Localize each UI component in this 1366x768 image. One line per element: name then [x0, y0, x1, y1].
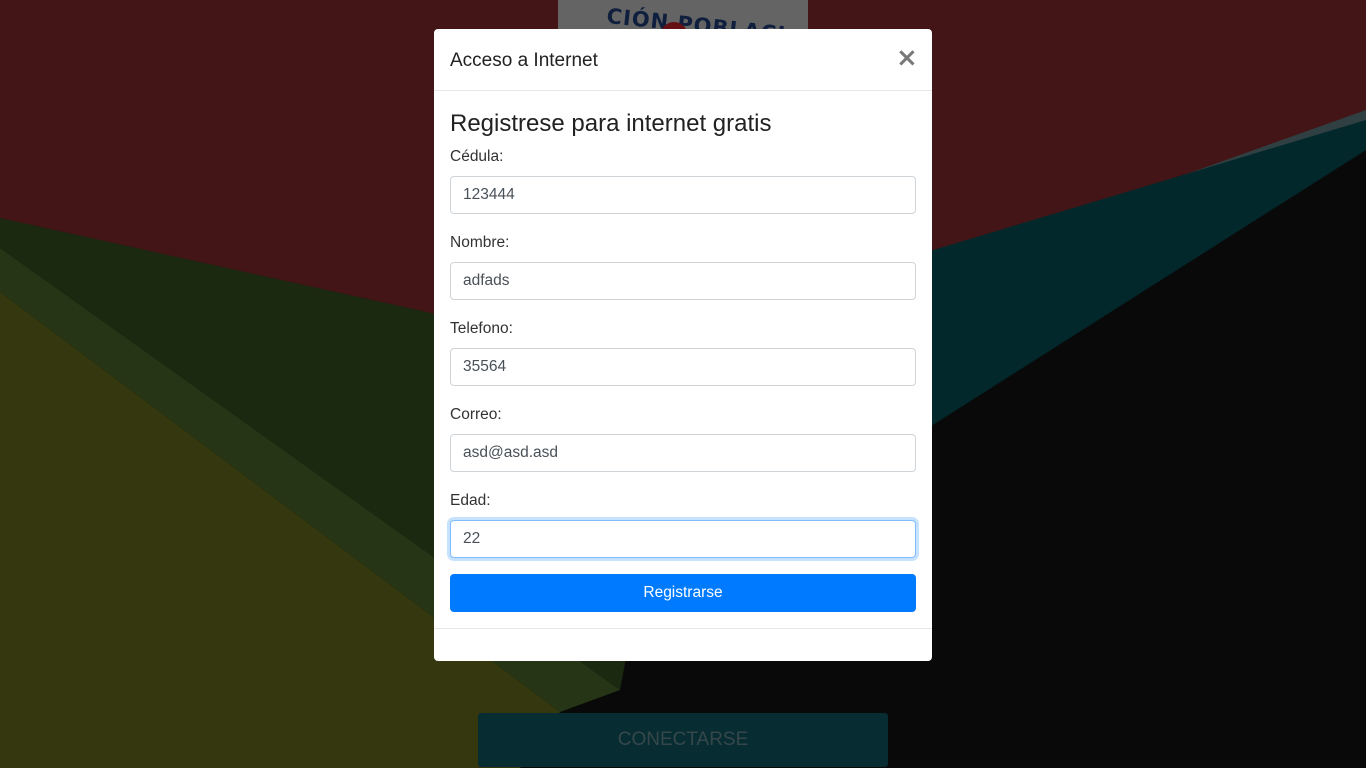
nombre-input[interactable]: [450, 262, 916, 300]
cedula-label: Cédula:: [450, 148, 504, 165]
form-heading: Registrese para internet gratis: [450, 110, 772, 137]
nombre-label: Nombre:: [450, 234, 510, 251]
register-button[interactable]: Registrarse: [450, 574, 916, 612]
close-icon[interactable]: ×: [896, 45, 918, 71]
correo-input[interactable]: [450, 434, 916, 472]
cedula-input[interactable]: [450, 176, 916, 214]
modal-footer: [434, 628, 932, 661]
registration-modal: Acceso a Internet × Registrese para inte…: [434, 29, 932, 661]
edad-input[interactable]: [450, 520, 916, 558]
correo-label: Correo:: [450, 406, 502, 423]
modal-header: Acceso a Internet ×: [434, 29, 932, 91]
page-background: CIÓN POBLACI CONECTARSE Acceso a Interne…: [0, 0, 1366, 768]
telefono-input[interactable]: [450, 348, 916, 386]
modal-title: Acceso a Internet: [450, 50, 598, 71]
edad-label: Edad:: [450, 492, 491, 509]
telefono-label: Telefono:: [450, 320, 513, 337]
